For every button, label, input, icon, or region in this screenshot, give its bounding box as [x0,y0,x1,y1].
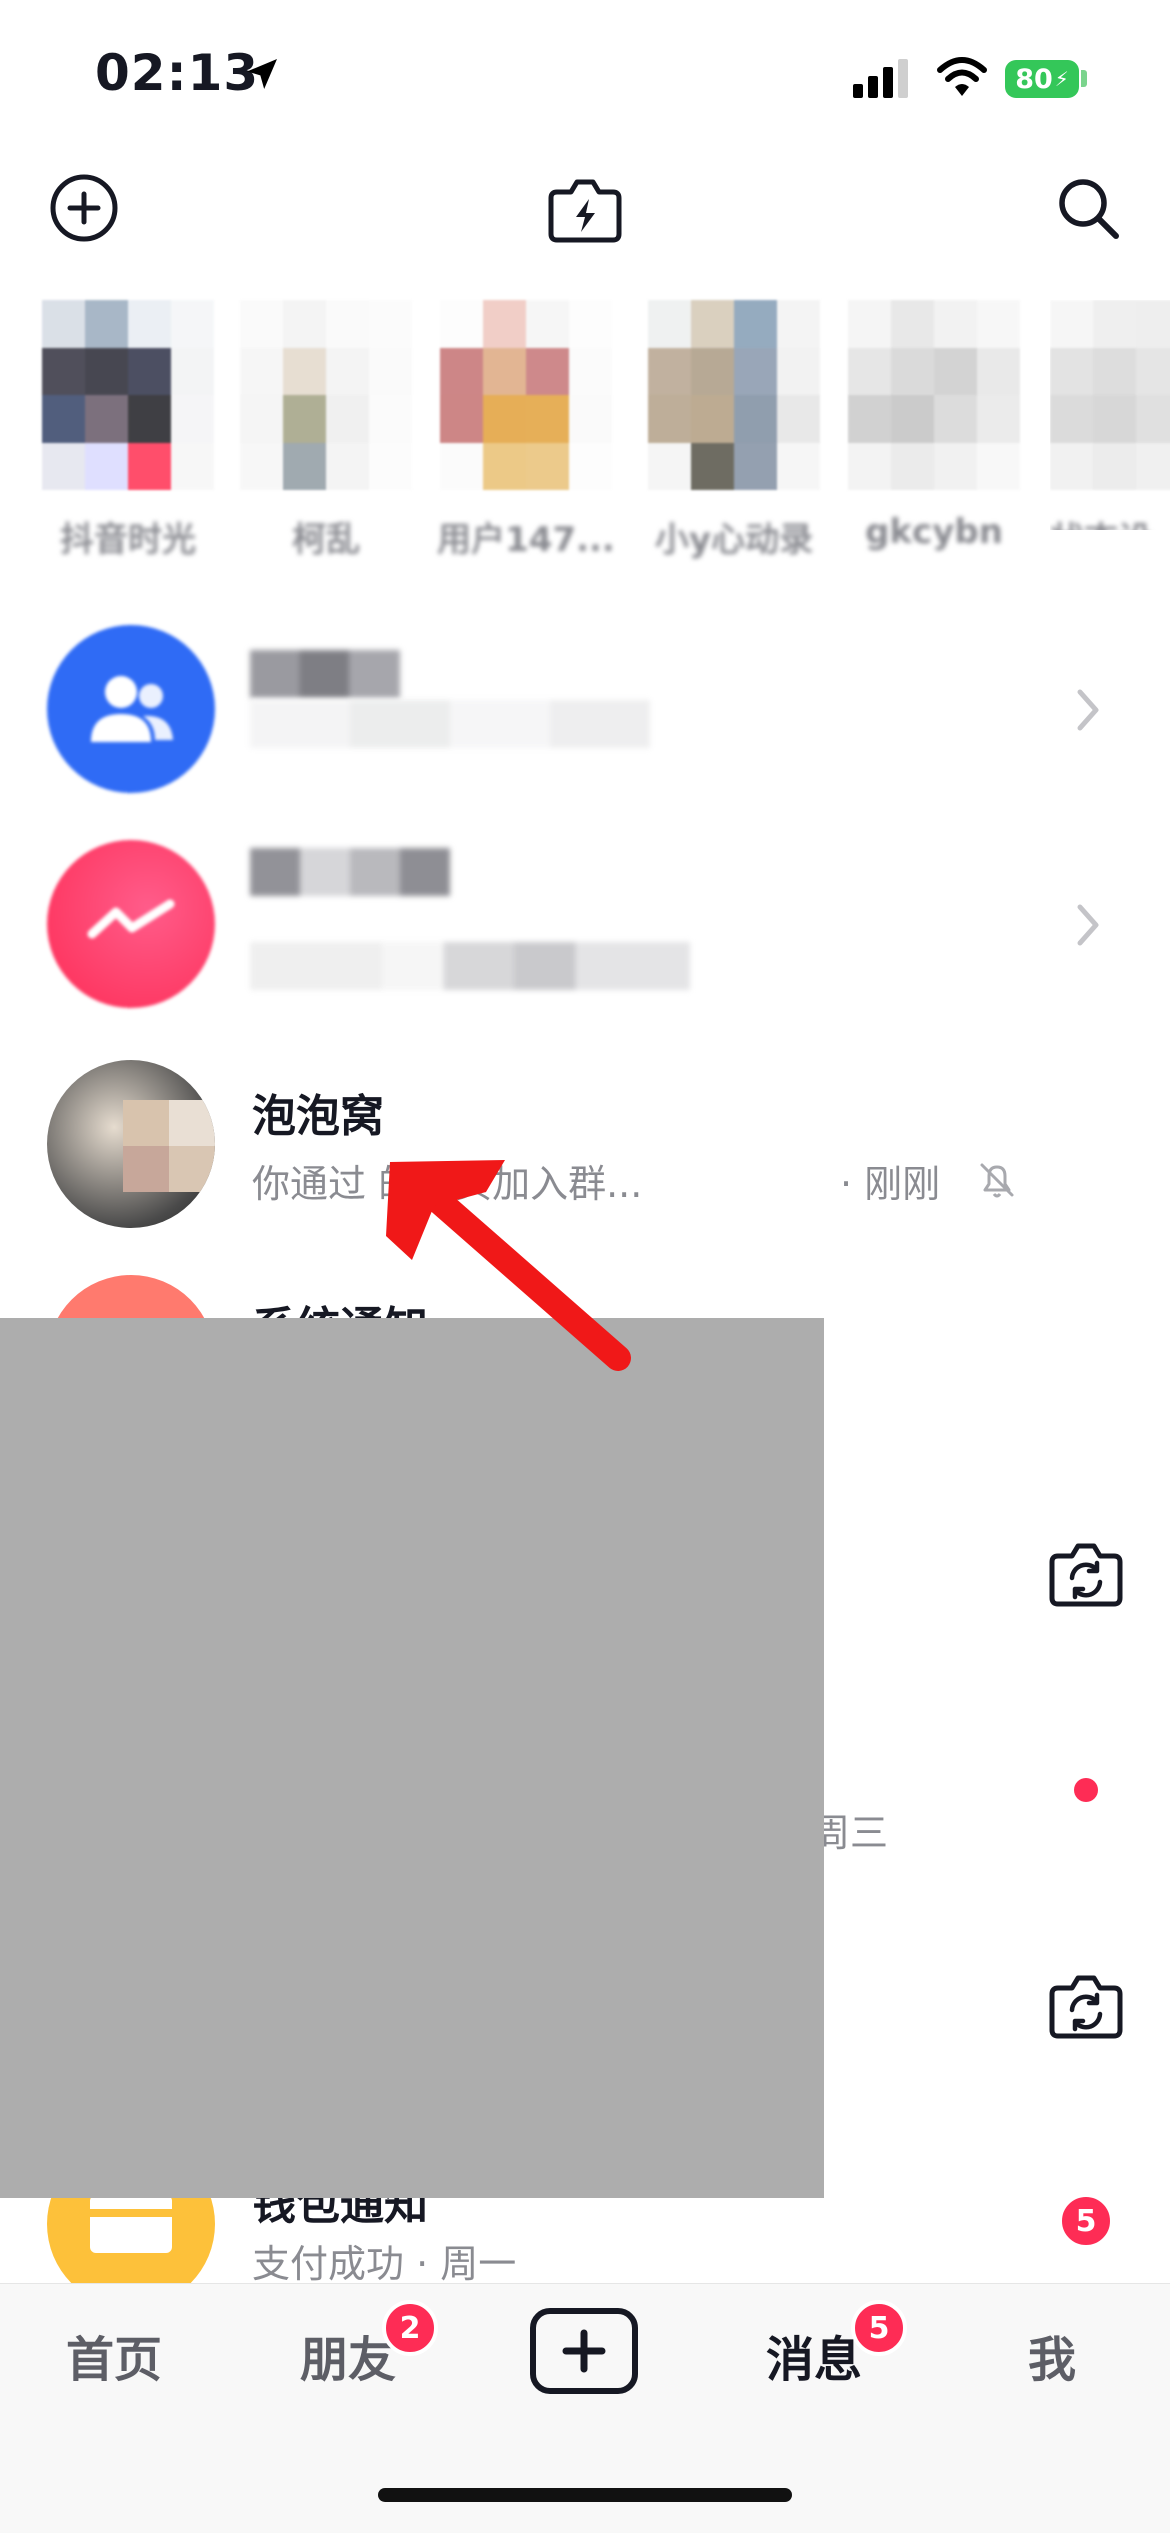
story-name: 小y心动录 [654,520,814,560]
flash-camera-icon [548,179,622,243]
battery-indicator: 80 ⚡ [1005,60,1079,98]
story-name: gkcybn [865,512,1003,552]
story-item[interactable]: 柯乱 [240,300,412,560]
unread-count-badge: 5 [1058,2193,1114,2249]
story-avatar [648,300,820,490]
group-chat-title-redacted [250,650,400,698]
wallet-icon [90,2195,172,2253]
group-chat-avatar [47,625,215,793]
group-icon [91,676,173,742]
chevron-right-icon [1077,904,1099,946]
tab-messages[interactable]: 消息 [766,2320,862,2390]
interactions-preview-redacted [250,942,690,990]
story-name: 抖音时光 [60,520,196,560]
plus-icon [562,2329,606,2373]
status-time: 02:13 [95,44,260,102]
story-item[interactable]: 状态设 [1050,300,1170,530]
conversation-avatar [47,1060,215,1228]
wifi-icon [937,57,987,96]
chevron-right-icon [1077,689,1099,731]
unread-dot [1074,1778,1098,1802]
story-item[interactable]: 小y心动录 [648,300,820,560]
add-button[interactable] [46,170,122,246]
cellular-signal-icon [853,59,908,98]
camera-reply-icon[interactable] [1046,1968,1126,2044]
group-chat-preview-redacted [250,700,650,748]
plus-circle-icon [50,174,118,242]
story-avatar [240,300,412,490]
muted-bell-icon [980,1163,1014,1198]
conversation-title: 泡泡窝 [252,1091,384,1142]
story-avatar [42,300,214,490]
annotation-arrow [386,1160,631,1371]
location-arrow-icon [247,59,277,89]
story-name: 用户147... [437,520,615,560]
conversation-time: · 刚刚 [840,1162,941,1206]
battery-level: 80 [1015,63,1053,95]
camera-reply-icon[interactable] [1046,1536,1126,1612]
search-button[interactable] [1050,170,1126,246]
tab-home[interactable]: 首页 [66,2320,162,2390]
friends-badge: 2 [382,2300,438,2356]
story-avatar [440,300,612,490]
story-item[interactable]: gkcybn [848,300,1020,552]
story-name: 状态设 [1050,512,1170,530]
messages-badge: 5 [851,2300,907,2356]
interactions-title-redacted [250,848,450,896]
battery-cap [1081,70,1087,87]
create-button[interactable] [530,2308,638,2394]
home-indicator [378,2488,792,2502]
story-item[interactable]: 抖音时光 [42,300,214,560]
story-name: 柯乱 [292,520,360,560]
wallet-preview: 支付成功 · 周一 [252,2242,517,2286]
story-avatar [1050,300,1170,490]
lightning-chat-icon [87,899,175,939]
search-icon [1059,179,1119,239]
tab-me[interactable]: 我 [1028,2320,1076,2390]
story-item[interactable]: 用户147... [437,300,615,560]
redaction-overlay [0,1318,824,2198]
interactions-avatar [47,840,215,1008]
flash-camera-button[interactable] [543,170,627,250]
story-avatar [848,300,1020,490]
